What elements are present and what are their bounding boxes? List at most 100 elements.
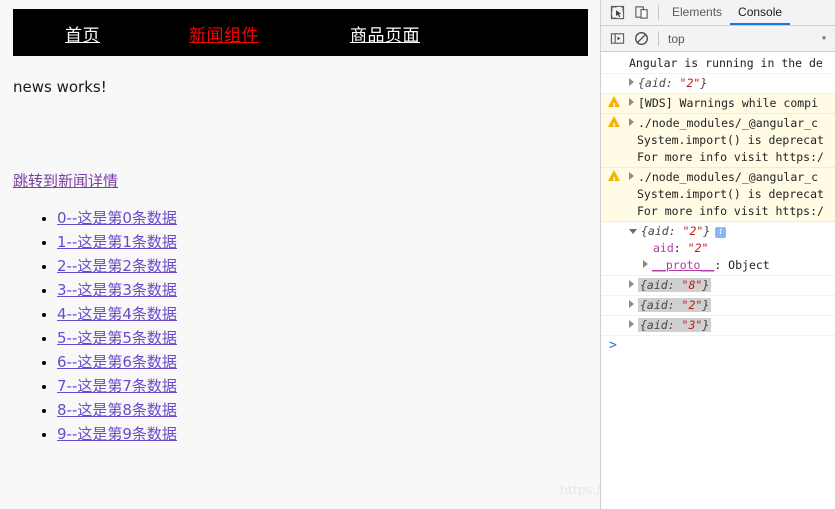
news-item-link[interactable]: 4--这是第4条数据 bbox=[57, 305, 177, 323]
news-item-link[interactable]: 1--这是第1条数据 bbox=[57, 233, 177, 251]
toolbar-divider bbox=[658, 31, 659, 46]
devtools-console-toolbar: top ▾ bbox=[601, 26, 835, 52]
news-item-link[interactable]: 3--这是第3条数据 bbox=[57, 281, 177, 299]
warning-icon bbox=[608, 96, 620, 113]
collapse-arrow-icon[interactable] bbox=[629, 229, 637, 234]
news-item-link[interactable]: 7--这是第7条数据 bbox=[57, 377, 177, 395]
chevron-down-icon[interactable]: ▾ bbox=[821, 33, 827, 44]
watermark-text: https://blog.csdn.net/weixin_44535575 bbox=[560, 482, 601, 497]
object-prefix: {aid: bbox=[638, 76, 680, 90]
news-item-link[interactable]: 0--这是第0条数据 bbox=[57, 209, 177, 227]
expand-arrow-icon[interactable] bbox=[629, 300, 634, 308]
list-item: 2--这是第2条数据 bbox=[57, 254, 177, 278]
list-item: 9--这是第9条数据 bbox=[57, 422, 177, 446]
nav-link-product[interactable]: 商品页面 bbox=[350, 21, 420, 46]
prompt-caret-icon: > bbox=[609, 338, 617, 353]
console-input-prompt[interactable]: > bbox=[601, 336, 835, 356]
expand-arrow-icon[interactable] bbox=[629, 280, 634, 288]
list-item: 8--这是第8条数据 bbox=[57, 398, 177, 422]
object-suffix: } bbox=[700, 76, 708, 90]
warning-detail-text: For more info visit https:/ bbox=[637, 204, 824, 218]
expand-arrow-icon[interactable] bbox=[629, 172, 634, 180]
object-prefix: {aid: bbox=[640, 298, 682, 312]
object-value: "3" bbox=[681, 318, 703, 332]
proto-value: Object bbox=[728, 258, 770, 272]
console-row-object[interactable]: {aid: "2"} bbox=[601, 74, 835, 94]
object-property-row: aid: "2" bbox=[629, 240, 835, 257]
expand-arrow-icon[interactable] bbox=[629, 98, 634, 106]
toolbar-divider bbox=[658, 5, 659, 20]
console-row-log: Angular is running in the de bbox=[601, 54, 835, 74]
site-navbar: 首页 新闻组件 商品页面 bbox=[13, 9, 588, 56]
object-suffix: } bbox=[702, 318, 710, 332]
news-item-link[interactable]: 8--这是第8条数据 bbox=[57, 401, 177, 419]
tab-elements[interactable]: Elements bbox=[664, 0, 730, 25]
console-row-object[interactable]: {aid: "8"} bbox=[601, 276, 835, 296]
news-item-link[interactable]: 2--这是第2条数据 bbox=[57, 257, 177, 275]
warning-detail-line: System.import() is deprecat bbox=[637, 187, 824, 201]
warning-text: ./node_modules/_@angular_c bbox=[638, 170, 819, 184]
expand-arrow-icon[interactable] bbox=[629, 320, 634, 328]
news-item-link[interactable]: 5--这是第5条数据 bbox=[57, 329, 177, 347]
object-value: "8" bbox=[681, 278, 703, 292]
object-proto-row[interactable]: __proto__: Object bbox=[629, 257, 835, 274]
list-item: 5--这是第5条数据 bbox=[57, 326, 177, 350]
warning-detail-line: For more info visit https:/ bbox=[629, 203, 835, 220]
proto-key: __proto__ bbox=[652, 258, 715, 272]
browser-page-viewport: 首页 新闻组件 商品页面 news works! 跳转到新闻详情 0--这是第0… bbox=[0, 0, 601, 509]
news-item-link[interactable]: 9--这是第9条数据 bbox=[57, 425, 177, 443]
proto-colon: : bbox=[714, 258, 729, 272]
object-suffix: } bbox=[702, 278, 710, 292]
execution-context-selector[interactable]: top bbox=[668, 32, 685, 46]
console-row-object[interactable]: {aid: "2"} bbox=[601, 296, 835, 316]
component-works-text: news works! bbox=[13, 78, 107, 96]
list-item: 3--这是第3条数据 bbox=[57, 278, 177, 302]
tab-console[interactable]: Console bbox=[730, 0, 791, 25]
object-prefix: {aid: bbox=[640, 318, 682, 332]
list-item: 7--这是第7条数据 bbox=[57, 374, 177, 398]
object-prefix: {aid: bbox=[640, 278, 682, 292]
console-row-object[interactable]: {aid: "3"} bbox=[601, 316, 835, 336]
list-item: 0--这是第0条数据 bbox=[57, 206, 177, 230]
warning-text: ./node_modules/_@angular_c bbox=[638, 116, 819, 130]
expand-arrow-icon[interactable] bbox=[629, 118, 634, 126]
object-suffix: } bbox=[703, 224, 711, 238]
info-icon[interactable]: i bbox=[715, 227, 727, 238]
object-property-value: "2" bbox=[687, 241, 709, 255]
expand-arrow-icon[interactable] bbox=[629, 78, 634, 86]
warning-detail-text: For more info visit https:/ bbox=[637, 150, 824, 164]
device-toolbar-icon[interactable] bbox=[629, 1, 653, 25]
console-sidebar-icon[interactable] bbox=[605, 27, 629, 51]
devtools-tabbar: Elements Console bbox=[601, 0, 835, 26]
news-detail-link[interactable]: 跳转到新闻详情 bbox=[13, 170, 118, 191]
devtools-panel: Elements Console top ▾ Angular is runnin… bbox=[601, 0, 835, 509]
news-list: 0--这是第0条数据 1--这是第1条数据 2--这是第2条数据 3--这是第3… bbox=[0, 206, 177, 446]
warning-detail-line: For more info visit https:/ bbox=[629, 149, 835, 166]
object-value: "2" bbox=[682, 224, 704, 238]
nav-link-news[interactable]: 新闻组件 bbox=[189, 21, 259, 46]
list-item: 6--这是第6条数据 bbox=[57, 350, 177, 374]
expand-arrow-icon[interactable] bbox=[643, 260, 648, 268]
news-item-link[interactable]: 6--这是第6条数据 bbox=[57, 353, 177, 371]
console-message-list[interactable]: Angular is running in the de {aid: "2"} … bbox=[601, 54, 835, 509]
object-property-key: aid bbox=[653, 241, 674, 255]
object-value: "2" bbox=[679, 76, 701, 90]
object-prefix: {aid: bbox=[641, 224, 683, 238]
inspect-element-icon[interactable] bbox=[605, 1, 629, 25]
console-row-warning[interactable]: ./node_modules/_@angular_c System.import… bbox=[601, 168, 835, 222]
nav-link-home[interactable]: 首页 bbox=[65, 21, 100, 46]
clear-console-icon[interactable] bbox=[629, 27, 653, 51]
warning-icon bbox=[608, 116, 620, 135]
object-property-colon: : bbox=[673, 241, 688, 255]
object-value: "2" bbox=[681, 298, 703, 312]
console-log-text: Angular is running in the de bbox=[629, 56, 823, 70]
screenshot-root: 首页 新闻组件 商品页面 news works! 跳转到新闻详情 0--这是第0… bbox=[0, 0, 835, 509]
console-row-warning[interactable]: [WDS] Warnings while compi bbox=[601, 94, 835, 114]
list-item: 4--这是第4条数据 bbox=[57, 302, 177, 326]
warning-text: [WDS] Warnings while compi bbox=[638, 96, 819, 110]
object-suffix: } bbox=[702, 298, 710, 312]
console-row-object-expanded[interactable]: {aid: "2"} i aid: "2" __proto__: Object bbox=[601, 222, 835, 276]
list-item: 1--这是第1条数据 bbox=[57, 230, 177, 254]
console-row-warning[interactable]: ./node_modules/_@angular_c System.import… bbox=[601, 114, 835, 168]
warning-icon bbox=[608, 170, 620, 189]
